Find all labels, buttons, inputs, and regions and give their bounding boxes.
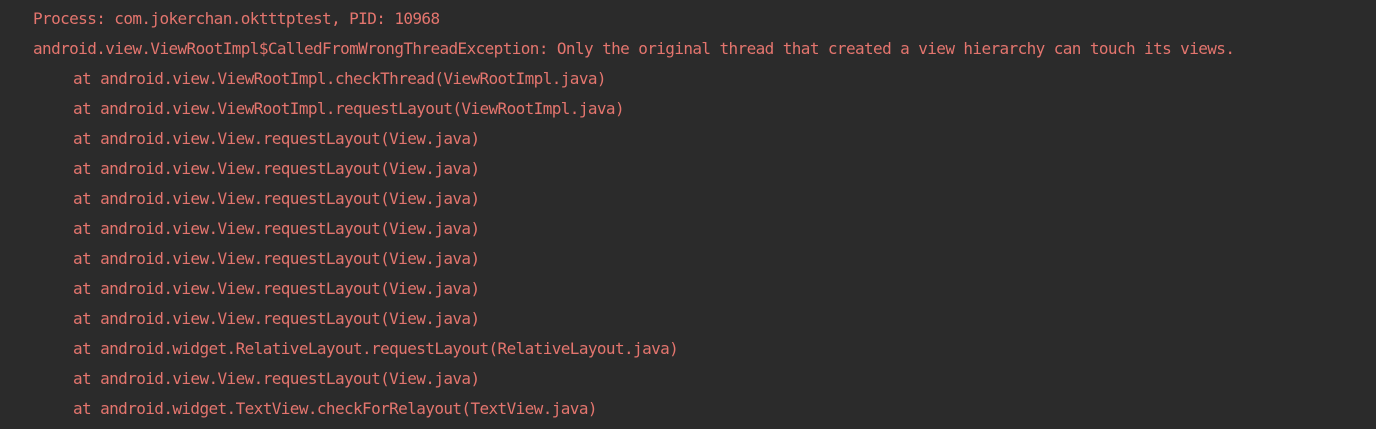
stack-frame: at android.view.View.requestLayout(View.… — [73, 249, 480, 268]
stack-frame: at android.view.View.requestLayout(View.… — [73, 219, 480, 238]
stack-frame: at android.widget.TextView.checkForRelay… — [73, 399, 598, 418]
exception-message: android.view.ViewRootImpl$CalledFromWron… — [33, 39, 1235, 58]
logcat-console: Process: com.jokerchan.oktttptest, PID: … — [0, 0, 1376, 429]
stack-frame: at android.view.View.requestLayout(View.… — [73, 189, 480, 208]
stack-frame: at android.view.View.requestLayout(View.… — [73, 309, 480, 328]
stack-frame: at android.view.View.requestLayout(View.… — [73, 129, 480, 148]
stack-frame: at android.view.View.requestLayout(View.… — [73, 159, 480, 178]
stack-frame: at android.view.ViewRootImpl.checkThread… — [73, 69, 607, 88]
stack-frame: at android.view.View.requestLayout(View.… — [73, 279, 480, 298]
process-header: Process: com.jokerchan.oktttptest, PID: … — [33, 9, 440, 28]
stack-frame: at android.widget.RelativeLayout.request… — [73, 339, 679, 358]
stack-frame: at android.view.View.requestLayout(View.… — [73, 369, 480, 388]
stack-frame: at android.view.ViewRootImpl.requestLayo… — [73, 99, 625, 118]
